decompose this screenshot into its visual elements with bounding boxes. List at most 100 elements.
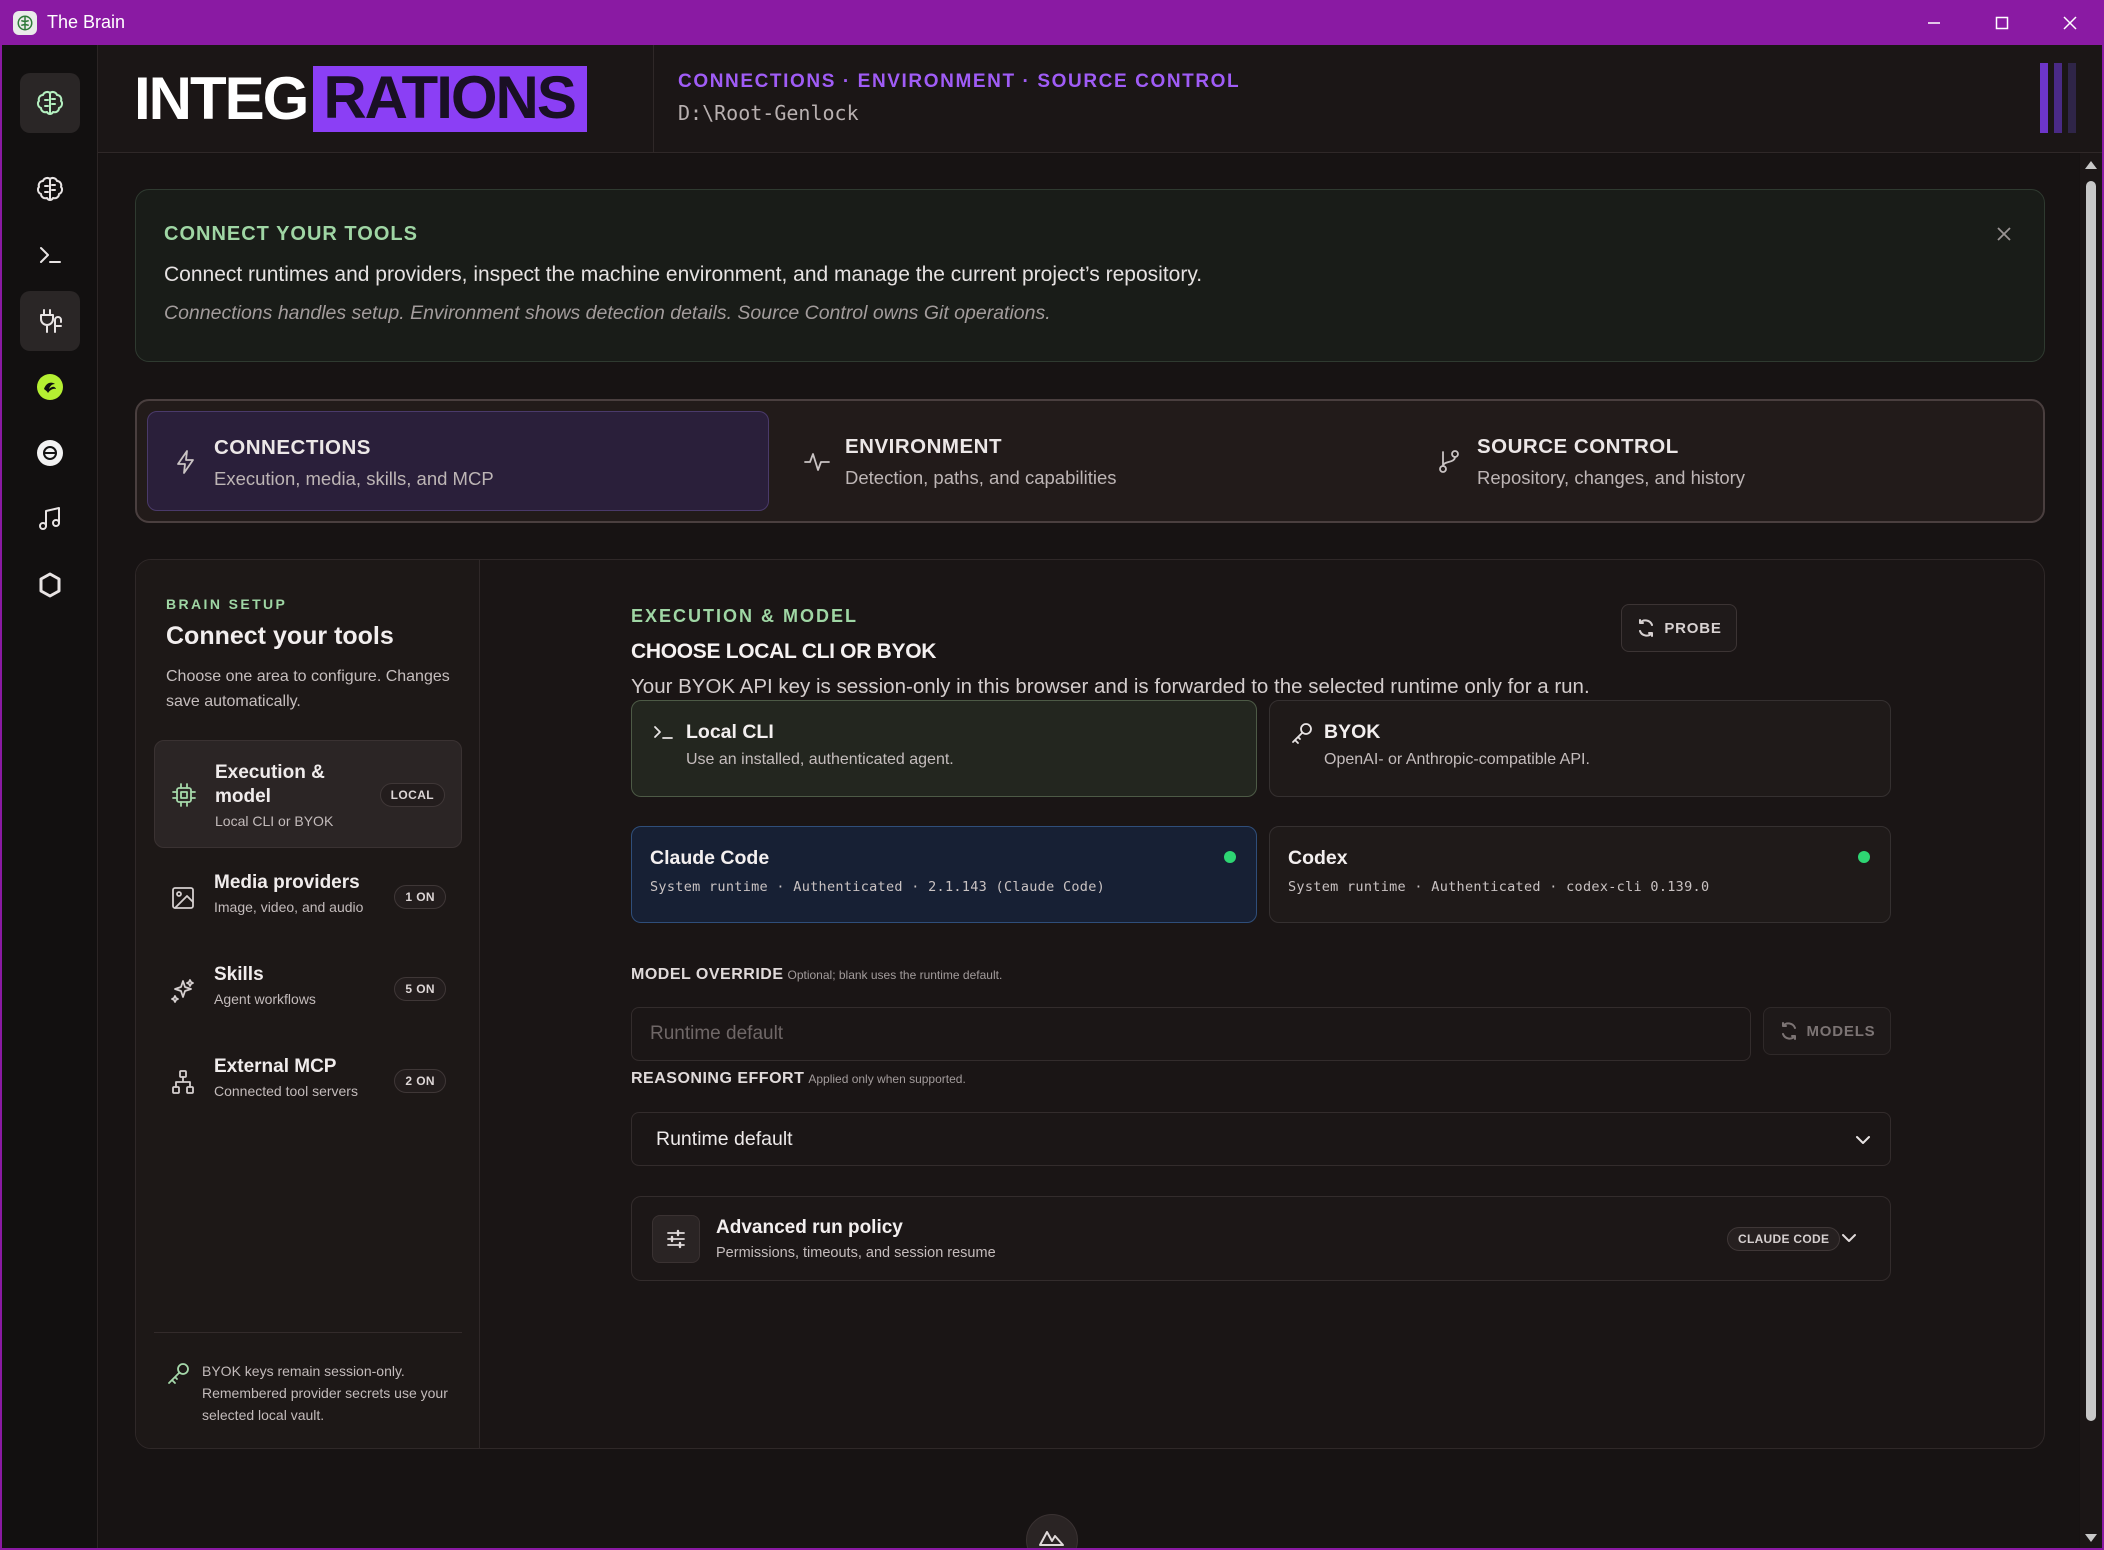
status-dot xyxy=(1224,851,1236,863)
header-bars-decoration xyxy=(2040,63,2076,133)
scroll-thumb[interactable] xyxy=(2086,181,2096,1421)
cpu-icon xyxy=(172,783,196,807)
header-bar xyxy=(2040,63,2048,133)
model-override-hint: Optional; blank uses the runtime default… xyxy=(787,968,1003,982)
refresh-icon xyxy=(1781,1022,1796,1040)
tab-title: ENVIRONMENT xyxy=(845,435,1002,458)
brain-setup-panel: BRAIN SETUP Connect your tools Choose on… xyxy=(135,559,2045,1449)
banner-close-button[interactable] xyxy=(1992,222,2016,246)
tab-title: SOURCE CONTROL xyxy=(1477,435,1679,458)
brain-icon xyxy=(36,176,64,201)
key-icon xyxy=(1292,723,1312,744)
scroll-up-arrow[interactable] xyxy=(2085,161,2097,169)
chevron-down-icon xyxy=(1842,1234,1856,1242)
rail-item-terminal[interactable] xyxy=(20,225,80,285)
hexagon-icon xyxy=(39,572,61,598)
probe-button[interactable]: PROBE xyxy=(1621,604,1737,652)
close-icon xyxy=(1997,227,2011,241)
banner-text: Connect runtimes and providers, inspect … xyxy=(164,263,1203,286)
app-rail xyxy=(2,45,98,1548)
connect-tools-banner: CONNECT YOUR TOOLS Connect runtimes and … xyxy=(135,189,2045,362)
mode-title: Local CLI xyxy=(686,721,774,743)
tab-subtitle: Execution, media, skills, and MCP xyxy=(214,468,494,489)
fal-logo-icon xyxy=(37,374,63,400)
mode-card-local-cli[interactable]: Local CLI Use an installed, authenticate… xyxy=(631,700,1257,797)
models-button[interactable]: MODELS xyxy=(1763,1007,1891,1055)
header-bar xyxy=(2068,63,2076,133)
advanced-subtitle: Permissions, timeouts, and session resum… xyxy=(716,1245,996,1261)
section-eyebrow: EXECUTION & MODEL xyxy=(631,606,859,626)
advanced-run-policy[interactable]: Advanced run policy Permissions, timeout… xyxy=(631,1196,1891,1281)
rail-item-settings[interactable] xyxy=(20,555,80,615)
page-title: INTEG RATIONS xyxy=(134,66,587,132)
tab-connections[interactable]: CONNECTIONS Execution, media, skills, an… xyxy=(147,411,769,511)
maximize-button[interactable] xyxy=(1968,0,2036,45)
brain-icon xyxy=(13,10,37,35)
sidebar-item-title: Execution & model xyxy=(215,762,325,807)
banner-title: CONNECT YOUR TOOLS xyxy=(164,223,418,245)
status-dot xyxy=(1858,851,1870,863)
nuxt-devtools-button[interactable] xyxy=(1026,1514,1078,1550)
reasoning-effort-value: Runtime default xyxy=(656,1128,793,1150)
sidebar-item-external-mcp[interactable]: External MCP Connected tool servers 2 ON xyxy=(154,1041,462,1121)
rail-item-integrations[interactable] xyxy=(20,291,80,351)
sidebar-item-subtitle: Connected tool servers xyxy=(214,1083,358,1099)
close-icon xyxy=(2063,15,2077,30)
page-title-part2: RATIONS xyxy=(313,66,587,132)
rail-item-openai[interactable] xyxy=(20,423,80,483)
rail-item-music[interactable] xyxy=(20,489,80,549)
section-tabs: CONNECTIONS Execution, media, skills, an… xyxy=(135,399,2045,523)
nuxt-logo-icon xyxy=(1039,1531,1064,1546)
lightning-icon xyxy=(177,450,194,474)
chevron-down-icon xyxy=(1856,1136,1870,1144)
rail-item-brand[interactable] xyxy=(20,73,80,133)
minimize-icon xyxy=(1928,21,1940,24)
tab-environment[interactable]: ENVIRONMENT Detection, paths, and capabi… xyxy=(779,411,1401,511)
terminal-icon xyxy=(40,247,61,263)
mode-subtitle: OpenAI- or Anthropic-compatible API. xyxy=(1324,751,1590,768)
sidebar-item-execution[interactable]: Execution & model Local CLI or BYOK LOCA… xyxy=(154,740,462,848)
sidebar-item-media[interactable]: Media providers Image, video, and audio … xyxy=(154,857,462,937)
tab-source-control[interactable]: SOURCE CONTROL Repository, changes, and … xyxy=(1411,411,2033,511)
vertical-scrollbar[interactable] xyxy=(2080,153,2102,1548)
image-icon xyxy=(172,887,194,909)
minimize-button[interactable] xyxy=(1900,0,1968,45)
banner-note: Connections handles setup. Environment s… xyxy=(164,302,1051,324)
model-override-input[interactable] xyxy=(631,1007,1751,1061)
header-bar xyxy=(2054,63,2062,133)
pulse-icon xyxy=(804,453,830,471)
network-icon xyxy=(172,1070,194,1094)
rail-item-fal[interactable] xyxy=(20,357,80,417)
breadcrumb: CONNECTIONS · ENVIRONMENT · SOURCE CONTR… xyxy=(678,71,1241,92)
reasoning-effort-label: REASONING EFFORT Applied only when suppor… xyxy=(631,1070,966,1088)
reasoning-effort-select[interactable]: Runtime default xyxy=(631,1112,1891,1166)
runtime-title: Codex xyxy=(1288,847,1348,869)
probe-label: PROBE xyxy=(1664,619,1722,637)
window-title: The Brain xyxy=(47,12,126,32)
mode-subtitle: Use an installed, authenticated agent. xyxy=(686,751,954,768)
models-label: MODELS xyxy=(1806,1022,1876,1040)
setup-sidebar: BRAIN SETUP Connect your tools Choose on… xyxy=(136,560,480,1448)
runtime-card-codex[interactable]: Codex System runtime · Authenticated · c… xyxy=(1269,826,1891,923)
rail-item-brain[interactable] xyxy=(20,159,80,219)
runtime-detail: System runtime · Authenticated · codex-c… xyxy=(1288,879,1710,895)
reasoning-effort-label-text: REASONING EFFORT xyxy=(631,1070,805,1087)
sparkles-icon xyxy=(171,979,194,1003)
tab-subtitle: Detection, paths, and capabilities xyxy=(845,467,1117,488)
runtime-badge: CLAUDE CODE xyxy=(1727,1227,1841,1251)
mode-card-byok[interactable]: BYOK OpenAI- or Anthropic-compatible API… xyxy=(1269,700,1891,797)
scroll-down-arrow[interactable] xyxy=(2085,1534,2097,1542)
page-header: INTEG RATIONS CONNECTIONS · ENVIRONMENT … xyxy=(98,45,2102,153)
title-bar: The Brain xyxy=(0,0,2104,45)
tab-title: CONNECTIONS xyxy=(214,436,371,459)
status-badge: 2 ON xyxy=(394,1069,446,1093)
sidebar-eyebrow: BRAIN SETUP xyxy=(166,596,288,612)
terminal-icon xyxy=(654,726,673,739)
sidebar-item-skills[interactable]: Skills Agent workflows 5 ON xyxy=(154,949,462,1029)
close-window-button[interactable] xyxy=(2036,0,2104,45)
brain-icon xyxy=(36,90,64,115)
runtime-card-claude-code[interactable]: Claude Code System runtime · Authenticat… xyxy=(631,826,1257,923)
sliders-icon xyxy=(652,1215,700,1263)
integrations-content: CONNECT YOUR TOOLS Connect runtimes and … xyxy=(99,154,2079,1550)
section-description: Your BYOK API key is session-only in thi… xyxy=(631,675,1590,698)
